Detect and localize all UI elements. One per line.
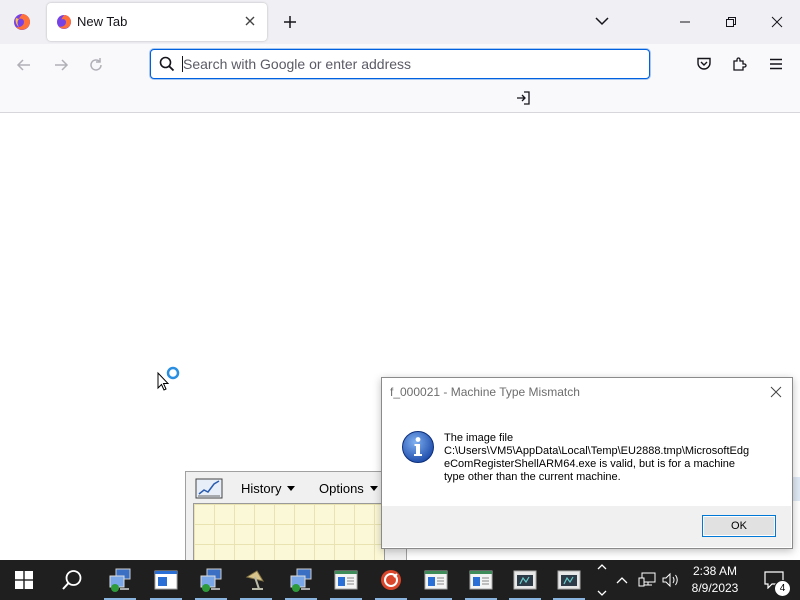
text-caret xyxy=(182,56,183,72)
info-icon xyxy=(402,431,434,463)
menu-history-label: History xyxy=(241,481,282,496)
network-computer-icon xyxy=(290,568,312,592)
save-to-pocket-button[interactable] xyxy=(693,53,715,75)
network-computer-icon xyxy=(109,568,131,592)
taskbar-app-ccleaner[interactable] xyxy=(371,560,411,600)
document-window-icon xyxy=(424,570,448,590)
taskbar-app-network-setup[interactable] xyxy=(100,560,140,600)
taskbar-search-button[interactable] xyxy=(48,560,96,600)
taskbar-app-document-3[interactable] xyxy=(461,560,501,600)
chevron-up-icon xyxy=(616,577,628,584)
taskbar-app-document-2[interactable] xyxy=(416,560,456,600)
menu-options[interactable]: Options xyxy=(319,481,378,496)
app-window-icon xyxy=(154,570,178,590)
network-computer-icon xyxy=(200,568,222,592)
dialog-message-line: type other than the current machine. xyxy=(444,471,621,483)
taskbar-app-monitor-2[interactable] xyxy=(549,560,589,600)
background-window-edge xyxy=(792,477,800,501)
show-hidden-icons-button[interactable] xyxy=(612,560,632,600)
monitor-app-icon xyxy=(513,570,537,590)
hamburger-menu-icon xyxy=(770,58,782,70)
search-icon xyxy=(62,570,82,590)
search-icon xyxy=(159,56,175,72)
back-button[interactable] xyxy=(12,53,36,77)
document-window-icon xyxy=(469,570,493,590)
minimize-button[interactable] xyxy=(662,0,708,44)
taskbar-app-network-setup-3[interactable] xyxy=(281,560,321,600)
busy-cursor-icon xyxy=(157,366,180,391)
close-icon[interactable] xyxy=(768,384,784,400)
forward-button[interactable] xyxy=(49,53,73,77)
bookmarks-toolbar xyxy=(0,86,800,113)
graph-paper-area[interactable] xyxy=(193,503,385,565)
firefox-logo-icon xyxy=(14,14,30,30)
start-button[interactable] xyxy=(0,560,48,600)
speaker-icon xyxy=(662,572,678,588)
menu-history[interactable]: History xyxy=(241,481,296,496)
volume-button[interactable] xyxy=(660,560,682,600)
action-center-button[interactable]: 4 xyxy=(754,560,794,600)
clock-time: 2:38 AM xyxy=(692,564,738,578)
satellite-dish-icon xyxy=(245,570,265,590)
tab-title: New Tab xyxy=(77,14,128,29)
application-menu-button[interactable] xyxy=(765,53,787,75)
dialog-title: f_000021 - Machine Type Mismatch xyxy=(390,385,580,399)
menu-options-label: Options xyxy=(319,481,364,496)
back-arrow-icon xyxy=(16,59,30,71)
pocket-icon xyxy=(697,57,711,70)
document-window-icon xyxy=(334,570,358,590)
taskbar-clock[interactable]: 2:38 AM 8/9/2023 xyxy=(684,563,746,597)
ok-button[interactable]: OK xyxy=(702,515,776,537)
forward-arrow-icon xyxy=(55,59,69,71)
minimize-icon xyxy=(680,21,690,23)
dialog-message-line: C:\Users\VM5\AppData\Local\Temp\EU2888.t… xyxy=(444,445,750,457)
taskbar-app-monitor[interactable] xyxy=(505,560,545,600)
extensions-button[interactable] xyxy=(729,53,751,75)
taskbar-app-document[interactable] xyxy=(326,560,366,600)
restore-button[interactable] xyxy=(708,0,754,44)
reload-button[interactable] xyxy=(84,53,108,77)
address-bar[interactable] xyxy=(150,49,650,79)
puzzle-piece-icon xyxy=(733,57,747,71)
list-all-tabs-chevron-icon[interactable] xyxy=(593,12,611,30)
clock-date: 8/9/2023 xyxy=(691,581,739,595)
network-icon xyxy=(638,572,656,587)
new-tab-plus-icon[interactable] xyxy=(280,12,300,32)
tab-new-tab[interactable]: New Tab xyxy=(47,3,267,41)
red-circle-app-icon xyxy=(381,570,401,590)
import-bookmarks-icon[interactable] xyxy=(515,90,531,106)
network-status-button[interactable] xyxy=(636,560,658,600)
url-input[interactable] xyxy=(183,54,633,74)
reload-icon xyxy=(90,58,102,71)
dialog-message-line: The image file xyxy=(444,432,514,444)
restore-icon xyxy=(726,17,736,27)
close-window-button[interactable] xyxy=(754,0,800,44)
firefox-favicon-icon xyxy=(57,15,71,29)
windows-logo-icon xyxy=(15,571,33,589)
dropdown-arrow-icon xyxy=(287,485,296,491)
taskbar-scroll-arrows-icon[interactable] xyxy=(594,560,610,600)
firefox-view-button[interactable] xyxy=(0,0,44,44)
close-icon xyxy=(771,16,783,28)
dialog-message-line: eComRegisterShellARM64.exe is valid, but… xyxy=(444,458,736,470)
taskbar-app-window[interactable] xyxy=(146,560,186,600)
monitor-app-icon xyxy=(557,570,581,590)
taskbar-app-satellite[interactable] xyxy=(236,560,276,600)
taskbar-app-network-setup-2[interactable] xyxy=(191,560,231,600)
notification-count-badge: 4 xyxy=(774,580,791,597)
dialog-message: The image file C:\Users\VM5\AppData\Loca… xyxy=(444,432,774,484)
dropdown-arrow-icon xyxy=(369,485,378,491)
close-tab-icon[interactable] xyxy=(242,13,258,29)
graph-tool-icon xyxy=(195,478,223,499)
